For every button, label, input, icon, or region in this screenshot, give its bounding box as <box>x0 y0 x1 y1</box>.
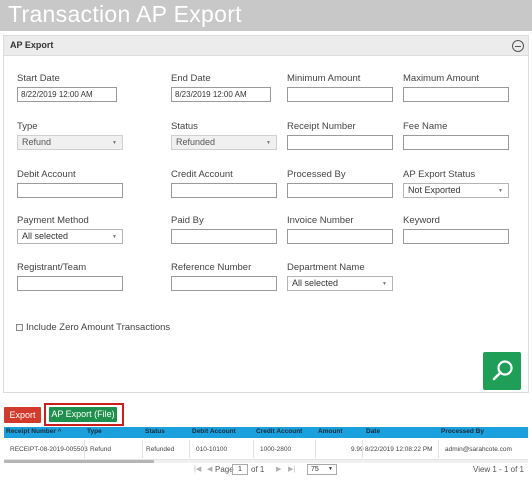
cell-debit-account: 010-10100 <box>196 446 228 453</box>
pager: |◀ ◀ Page 1 of 1 ▶ ▶| 75 ▼ View 1 - 1 of … <box>4 463 528 478</box>
chevron-down-icon: ▼ <box>266 140 271 146</box>
keyword-label: Keyword <box>403 215 440 226</box>
payment-method-select[interactable]: All selected ▼ <box>17 229 123 244</box>
department-name-value: All selected <box>292 278 339 288</box>
column-divider <box>438 440 439 458</box>
transactions-grid: Receipt Number ^ Type Status Debit Accou… <box>4 427 528 478</box>
ap-export-file-button[interactable]: AP Export (File) <box>49 407 117 422</box>
fee-name-label: Fee Name <box>403 121 448 132</box>
invoice-number-label: Invoice Number <box>287 215 354 226</box>
panel-header[interactable]: AP Export <box>4 36 528 56</box>
chevron-down-icon: ▼ <box>112 140 117 146</box>
status-label: Status <box>171 121 198 132</box>
chevron-down-icon: ▼ <box>112 234 117 240</box>
maximum-amount-input[interactable] <box>403 87 509 102</box>
col-header-status[interactable]: Status <box>145 428 165 435</box>
chevron-down-icon: ▼ <box>498 188 503 194</box>
sort-asc-icon: ^ <box>57 428 62 435</box>
ap-export-status-label: AP Export Status <box>403 169 476 180</box>
reference-number-input[interactable] <box>171 276 277 291</box>
col-header-amount[interactable]: Amount <box>318 428 343 435</box>
credit-account-label: Credit Account <box>171 169 233 180</box>
end-date-input[interactable]: 8/23/2019 12:00 AM <box>171 87 271 102</box>
col-header-debit-account[interactable]: Debit Account <box>192 428 236 435</box>
credit-account-input[interactable] <box>171 183 277 198</box>
column-divider <box>189 440 190 458</box>
processed-by-label: Processed By <box>287 169 346 180</box>
fee-name-input[interactable] <box>403 135 509 150</box>
column-divider <box>315 440 316 458</box>
invoice-number-input[interactable] <box>287 229 393 244</box>
page-title: Transaction AP Export <box>8 1 242 27</box>
start-date-label: Start Date <box>17 73 60 84</box>
collapse-icon[interactable] <box>512 40 524 52</box>
col-header-receipt-number[interactable]: Receipt Number ^ <box>6 428 61 435</box>
page-size-select[interactable]: 75 ▼ <box>307 464 337 475</box>
col-header-date[interactable]: Date <box>366 428 380 435</box>
table-row[interactable]: RECEIPT-08-2019-005503 Refund Refunded 0… <box>4 438 528 460</box>
last-page-icon[interactable]: ▶| <box>288 465 295 473</box>
paid-by-label: Paid By <box>171 215 204 226</box>
cell-date: 8/22/2019 12:08:22 PM <box>365 446 433 453</box>
processed-by-input[interactable] <box>287 183 393 198</box>
cell-processed-by: admin@sarahcote.com <box>445 446 512 453</box>
search-button[interactable] <box>483 352 521 390</box>
department-name-label: Department Name <box>287 262 365 273</box>
registrant-team-input[interactable] <box>17 276 123 291</box>
page-of-label: of 1 <box>251 465 265 474</box>
status-select-value: Refunded <box>176 137 216 147</box>
include-zero-label: Include Zero Amount Transactions <box>26 322 171 333</box>
column-divider <box>84 440 85 458</box>
col-header-type[interactable]: Type <box>87 428 102 435</box>
page-info: View 1 - 1 of 1 <box>473 465 524 474</box>
page-number-input[interactable]: 1 <box>232 464 248 475</box>
cell-credit-account: 1000-2800 <box>260 446 292 453</box>
cell-status: Refunded <box>146 446 175 453</box>
first-page-icon[interactable]: |◀ <box>194 465 201 473</box>
col-header-credit-account[interactable]: Credit Account <box>256 428 302 435</box>
panel-title: AP Export <box>10 40 54 50</box>
ap-export-status-select[interactable]: Not Exported ▼ <box>403 183 509 198</box>
payment-method-label: Payment Method <box>17 215 89 226</box>
ap-export-panel: AP Export Start Date 8/22/2019 12:00 AM … <box>3 35 529 393</box>
type-label: Type <box>17 121 38 132</box>
next-page-icon[interactable]: ▶ <box>276 465 281 473</box>
cell-type: Refund <box>90 446 111 453</box>
start-date-input[interactable]: 8/22/2019 12:00 AM <box>17 87 117 102</box>
receipt-number-input[interactable] <box>287 135 393 150</box>
debit-account-label: Debit Account <box>17 169 76 180</box>
column-divider <box>253 440 254 458</box>
reference-number-label: Reference Number <box>171 262 252 273</box>
include-zero-checkbox[interactable] <box>16 324 23 331</box>
department-name-select[interactable]: All selected ▼ <box>287 276 393 291</box>
column-divider <box>362 440 363 458</box>
maximum-amount-label: Maximum Amount <box>403 73 480 84</box>
col-header-processed-by[interactable]: Processed By <box>441 428 484 435</box>
prev-page-icon[interactable]: ◀ <box>207 465 212 473</box>
minimum-amount-label: Minimum Amount <box>287 73 361 84</box>
grid-header: Receipt Number ^ Type Status Debit Accou… <box>4 427 528 438</box>
page-label: Page <box>215 465 234 474</box>
page-title-bar: Transaction AP Export <box>0 0 532 31</box>
status-select[interactable]: Refunded ▼ <box>171 135 277 150</box>
paid-by-input[interactable] <box>171 229 277 244</box>
ap-export-status-value: Not Exported <box>408 185 461 195</box>
minimum-amount-input[interactable] <box>287 87 393 102</box>
debit-account-input[interactable] <box>17 183 123 198</box>
keyword-input[interactable] <box>403 229 509 244</box>
type-select-value: Refund <box>22 137 52 147</box>
chevron-down-icon: ▼ <box>382 281 387 287</box>
type-select[interactable]: Refund ▼ <box>17 135 123 150</box>
registrant-team-label: Registrant/Team <box>17 262 87 273</box>
column-divider <box>142 440 143 458</box>
export-button[interactable]: Export <box>4 407 41 423</box>
end-date-label: End Date <box>171 73 211 84</box>
payment-method-value: All selected <box>22 231 69 241</box>
cell-receipt-number: RECEIPT-08-2019-005503 <box>10 446 88 453</box>
search-icon <box>492 360 513 381</box>
receipt-number-label: Receipt Number <box>287 121 356 132</box>
chevron-down-icon: ▼ <box>328 466 333 472</box>
